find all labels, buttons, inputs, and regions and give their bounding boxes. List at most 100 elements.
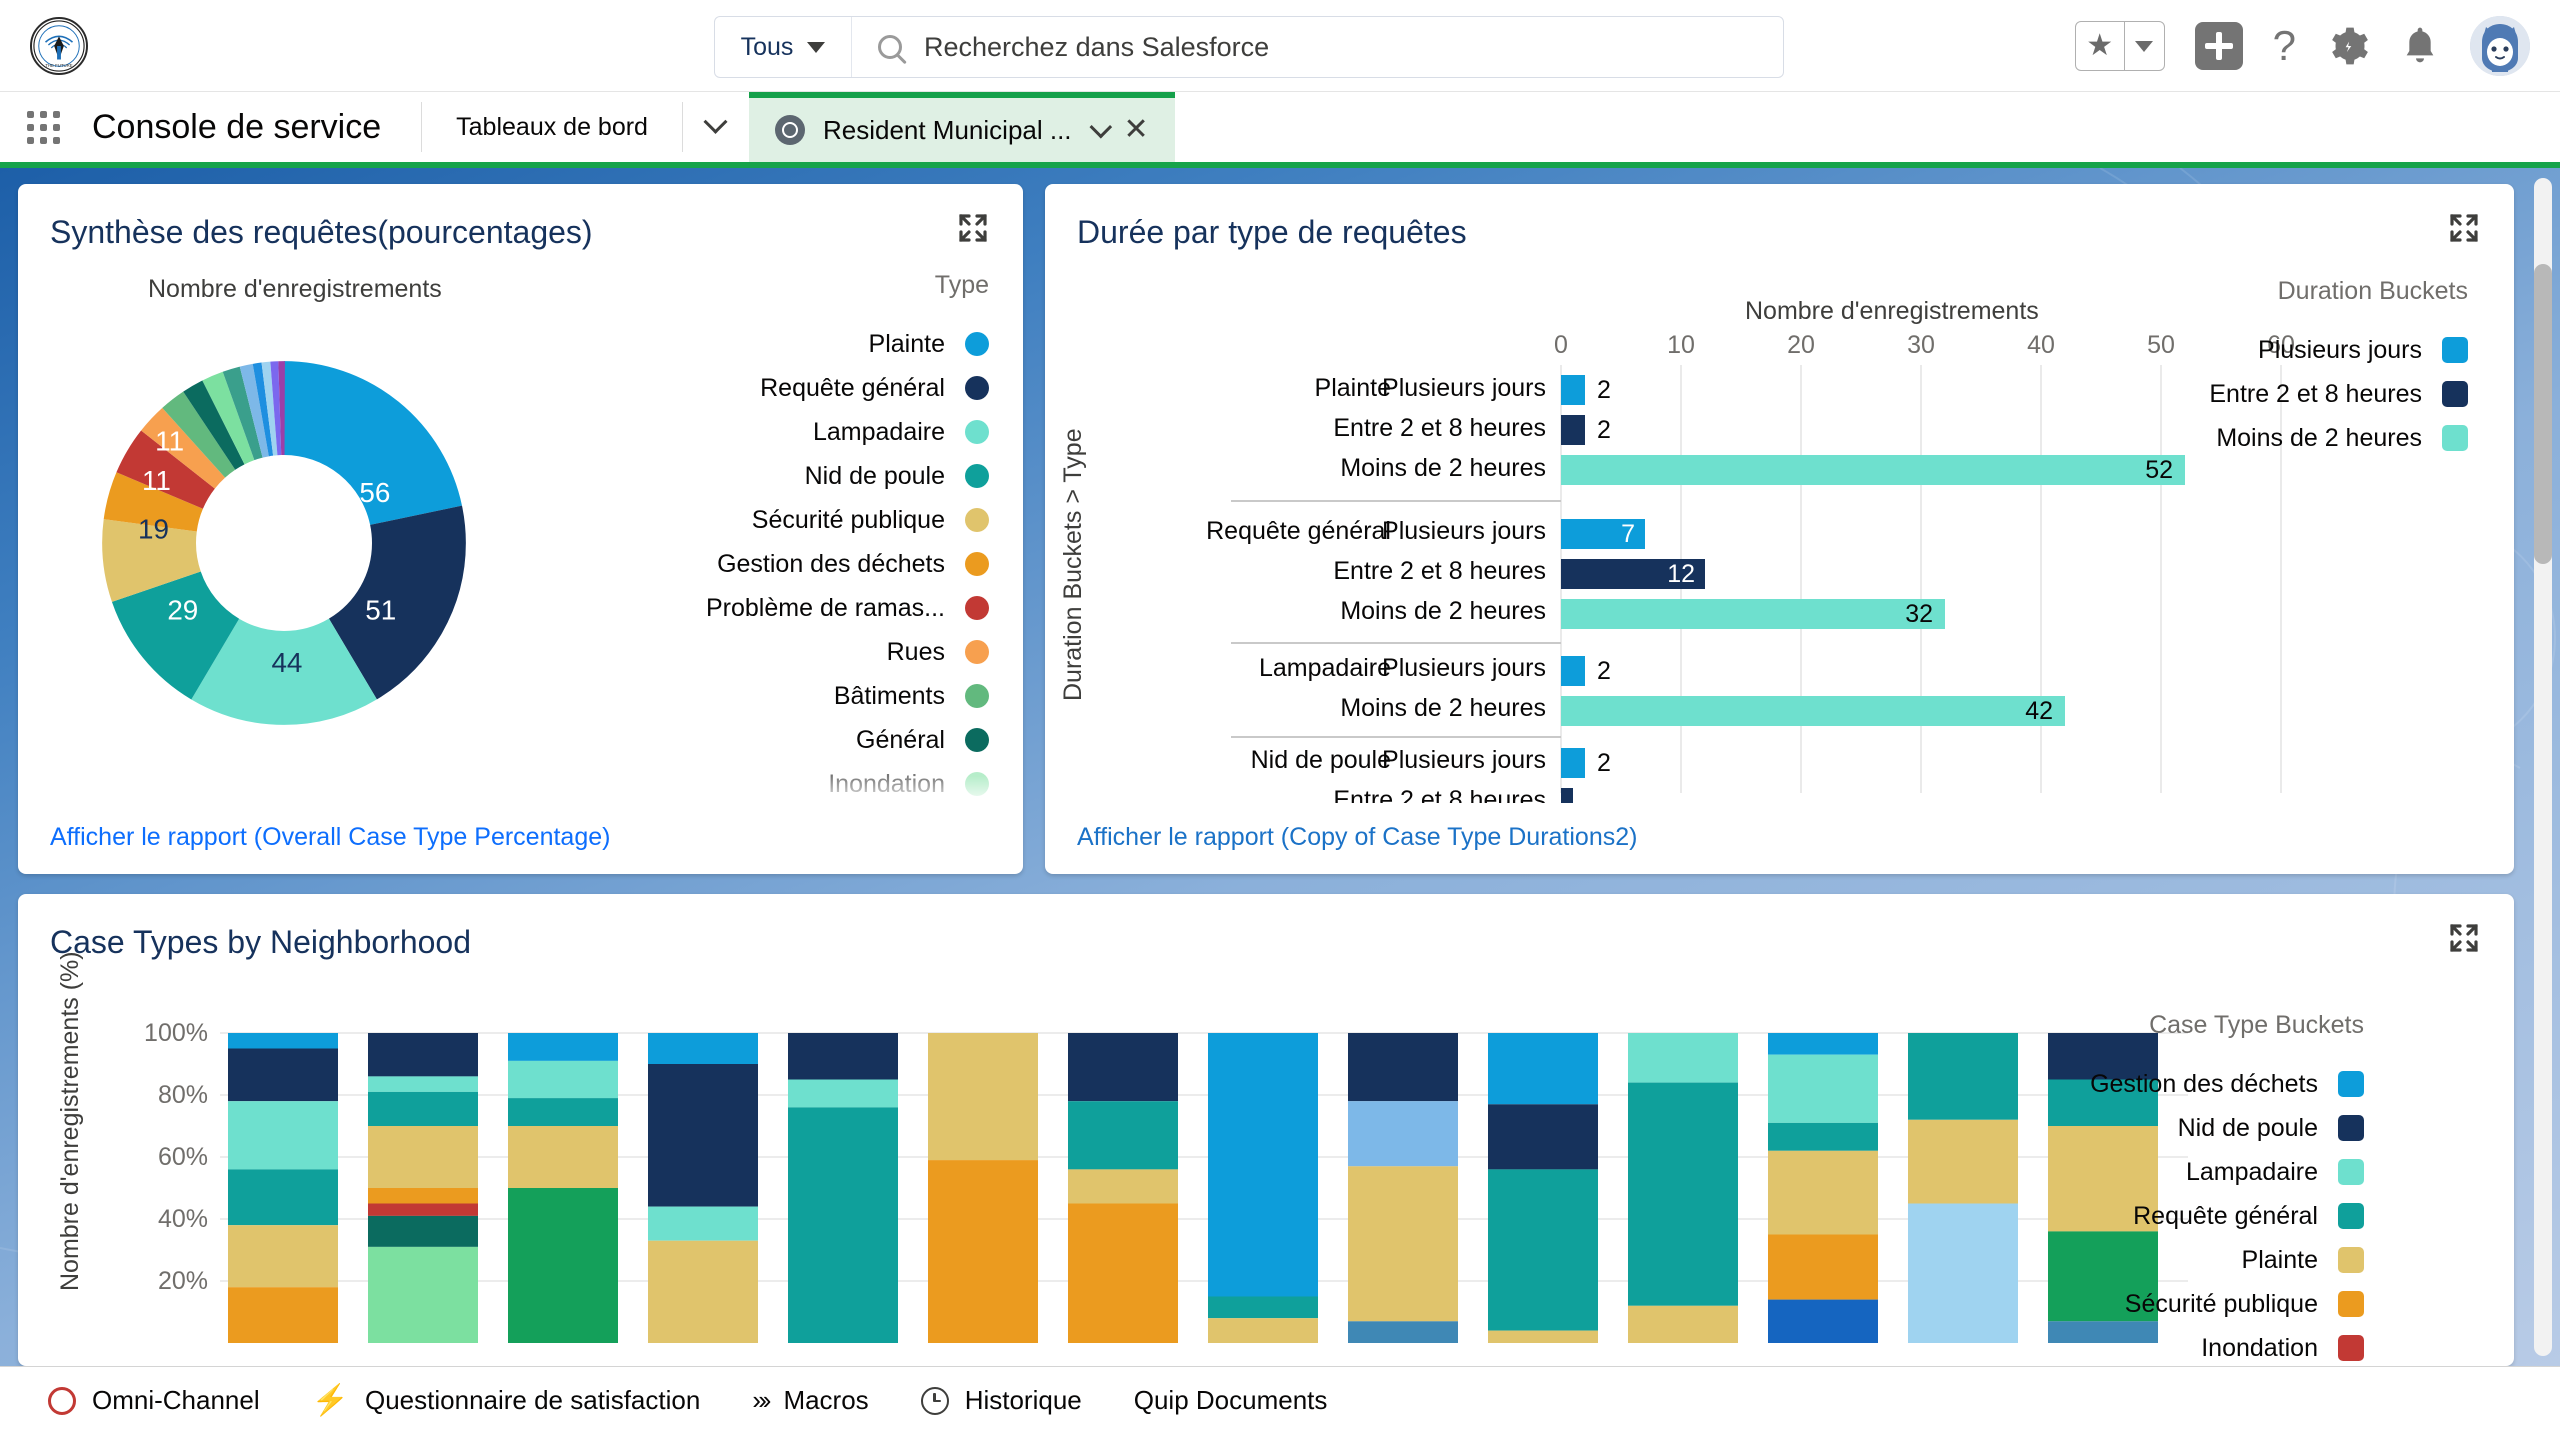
legend-item[interactable]: Nid de poule bbox=[2004, 1106, 2364, 1150]
legend-item[interactable]: Problème de ramas... bbox=[649, 586, 989, 630]
workspace-tab-chevron-down-icon[interactable] bbox=[1089, 115, 1112, 139]
legend-item[interactable]: Sécurité publique bbox=[2004, 1282, 2364, 1326]
card-title-stack: Case Types by Neighborhood bbox=[50, 924, 472, 960]
legend-swatch bbox=[965, 376, 989, 400]
legend-item[interactable]: Plainte bbox=[649, 322, 989, 366]
donut-legend-title: Type bbox=[934, 271, 989, 299]
legend-item[interactable]: Inondation bbox=[2004, 1326, 2364, 1366]
legend-label: Rues bbox=[886, 637, 945, 666]
legend-item[interactable]: Rues bbox=[649, 630, 989, 674]
legend-label: Requête général bbox=[760, 373, 945, 402]
global-add-icon[interactable] bbox=[2194, 22, 2243, 70]
nav-more-chevron-down-icon[interactable] bbox=[683, 92, 749, 162]
svg-text:56: 56 bbox=[359, 477, 390, 508]
svg-text:Requête général: Requête général bbox=[1206, 517, 1391, 545]
legend-item[interactable]: Lampadaire bbox=[2004, 1150, 2364, 1194]
view-report-link-bars[interactable]: Afficher le rapport (Copy of Case Type D… bbox=[1077, 823, 1637, 852]
stack-legend: Case Type Buckets Gestion des déchets Ni… bbox=[2004, 1011, 2364, 1366]
utility-item-history[interactable]: Historique bbox=[895, 1367, 1108, 1434]
stack-legend-title: Case Type Buckets bbox=[2149, 1011, 2364, 1039]
svg-text:2: 2 bbox=[1597, 749, 1611, 777]
utility-item-quip-documents[interactable]: Quip Documents bbox=[1108, 1367, 1354, 1434]
utility-item-label: Quip Documents bbox=[1133, 1385, 1328, 1415]
utility-item-label: Questionnaire de satisfaction bbox=[365, 1385, 701, 1415]
notifications-bell-icon[interactable] bbox=[2400, 24, 2440, 68]
svg-text:Plusieurs jours: Plusieurs jours bbox=[1382, 517, 1546, 545]
legend-swatch bbox=[2442, 425, 2468, 451]
global-search[interactable]: Tous Recherchez dans Salesforce bbox=[714, 16, 1784, 78]
legend-swatch bbox=[2338, 1335, 2364, 1361]
nav-tab-dashboards[interactable]: Tableaux de bord bbox=[422, 92, 682, 162]
legend-item[interactable]: Entre 2 et 8 heures bbox=[2138, 372, 2468, 416]
legend-item[interactable]: Moins de 2 heures bbox=[2138, 416, 2468, 460]
global-header: THE FUTURE Tous Recherchez dans Salesfor… bbox=[0, 0, 2560, 92]
donut-chart[interactable]: 56 51 44 29 19 11 11 bbox=[54, 323, 514, 763]
svg-text:Plainte: Plainte bbox=[1315, 374, 1391, 402]
svg-text:60%: 60% bbox=[158, 1143, 208, 1171]
svg-text:10: 10 bbox=[1667, 331, 1695, 359]
legend-label: Entre 2 et 8 heures bbox=[2209, 379, 2422, 408]
expand-icon[interactable] bbox=[2448, 212, 2480, 244]
stack-column bbox=[1068, 1033, 1178, 1343]
svg-text:0: 0 bbox=[1554, 331, 1568, 359]
legend-label: Général bbox=[856, 725, 945, 754]
legend-item[interactable]: Inondation bbox=[649, 762, 989, 806]
legend-swatch bbox=[2442, 337, 2468, 363]
utility-item-macros[interactable]: »› Macros bbox=[726, 1367, 894, 1434]
workspace-tab-label: Resident Municipal ... bbox=[822, 114, 1072, 145]
stack-column bbox=[508, 1033, 618, 1343]
stack-column bbox=[928, 1033, 1038, 1343]
legend-label: Sécurité publique bbox=[2124, 1289, 2318, 1318]
legend-item[interactable]: Gestion des déchets bbox=[2004, 1062, 2364, 1106]
legend-item[interactable]: Requête général bbox=[2004, 1194, 2364, 1238]
legend-item[interactable]: Plainte bbox=[2004, 1238, 2364, 1282]
stacked-bar-chart[interactable]: 100% 80% 60% 40% 20% bbox=[98, 1019, 2228, 1366]
legend-label: Plainte bbox=[868, 329, 945, 358]
legend-item[interactable]: Bâtiments bbox=[649, 674, 989, 718]
bolt-icon: ⚡ bbox=[311, 1383, 349, 1417]
donut-chart-area: Nombre d'enregistrements 56 51 44 29 19 … bbox=[18, 251, 1023, 806]
help-icon[interactable]: ? bbox=[2273, 25, 2296, 67]
expand-icon[interactable] bbox=[957, 212, 989, 244]
dashboard-scrollbar-thumb[interactable] bbox=[2534, 264, 2552, 564]
workspace-tab-close-icon[interactable]: ✕ bbox=[1124, 115, 1149, 145]
legend-swatch bbox=[2338, 1203, 2364, 1229]
search-input-wrap[interactable]: Recherchez dans Salesforce bbox=[852, 17, 1783, 77]
legend-label: Bâtiments bbox=[833, 681, 945, 710]
utility-item-omni-channel[interactable]: Omni-Channel bbox=[22, 1367, 286, 1434]
workspace-tab-resident-municipal[interactable]: Resident Municipal ... ✕ bbox=[748, 92, 1175, 162]
svg-text:80%: 80% bbox=[158, 1081, 208, 1109]
legend-label: Inondation bbox=[2201, 1333, 2318, 1362]
legend-item[interactable]: Requête général bbox=[649, 366, 989, 410]
stack-column bbox=[648, 1033, 758, 1343]
card-title-donut: Synthèse des requêtes(pourcentages) bbox=[50, 214, 593, 250]
user-avatar[interactable] bbox=[2470, 16, 2530, 76]
svg-text:Entre 2 et 8 heures: Entre 2 et 8 heures bbox=[1333, 414, 1546, 442]
utility-bar: Omni-Channel ⚡ Questionnaire de satisfac… bbox=[0, 1366, 2560, 1434]
legend-item[interactable]: Sécurité publique bbox=[649, 498, 989, 542]
favorites-star-icon[interactable]: ★ bbox=[2076, 22, 2124, 70]
legend-item[interactable]: Nid de poule bbox=[649, 454, 989, 498]
legend-item[interactable]: Lampadaire bbox=[649, 410, 989, 454]
favorites-chevron-down-icon[interactable] bbox=[2123, 22, 2164, 70]
donut-legend: Type Plainte Requête général Lampadaire bbox=[649, 271, 989, 806]
gear-icon[interactable] bbox=[2326, 24, 2370, 68]
view-report-link-donut[interactable]: Afficher le rapport (Overall Case Type P… bbox=[50, 823, 610, 852]
utility-item-satisfaction-survey[interactable]: ⚡ Questionnaire de satisfaction bbox=[286, 1367, 727, 1434]
svg-text:51: 51 bbox=[365, 594, 396, 625]
legend-label: Requête général bbox=[2133, 1201, 2318, 1230]
expand-icon[interactable] bbox=[2448, 922, 2480, 954]
card-title-bars: Durée par type de requêtes bbox=[1077, 214, 1467, 250]
favorites-group[interactable]: ★ bbox=[2074, 21, 2165, 71]
search-scope-dropdown[interactable]: Tous bbox=[715, 17, 852, 77]
legend-swatch bbox=[2338, 1071, 2364, 1097]
app-launcher-icon[interactable] bbox=[0, 92, 86, 162]
svg-text:2: 2 bbox=[1597, 376, 1611, 404]
svg-text:19: 19 bbox=[138, 514, 169, 545]
legend-label: Sécurité publique bbox=[751, 505, 945, 534]
svg-text:Moins de 2 heures: Moins de 2 heures bbox=[1340, 454, 1546, 482]
legend-item[interactable]: Général bbox=[649, 718, 989, 762]
legend-item[interactable]: Plusieurs jours bbox=[2138, 328, 2468, 372]
legend-item[interactable]: Gestion des déchets bbox=[649, 542, 989, 586]
svg-text:Entre 2 et 8 heures: Entre 2 et 8 heures bbox=[1333, 557, 1546, 585]
